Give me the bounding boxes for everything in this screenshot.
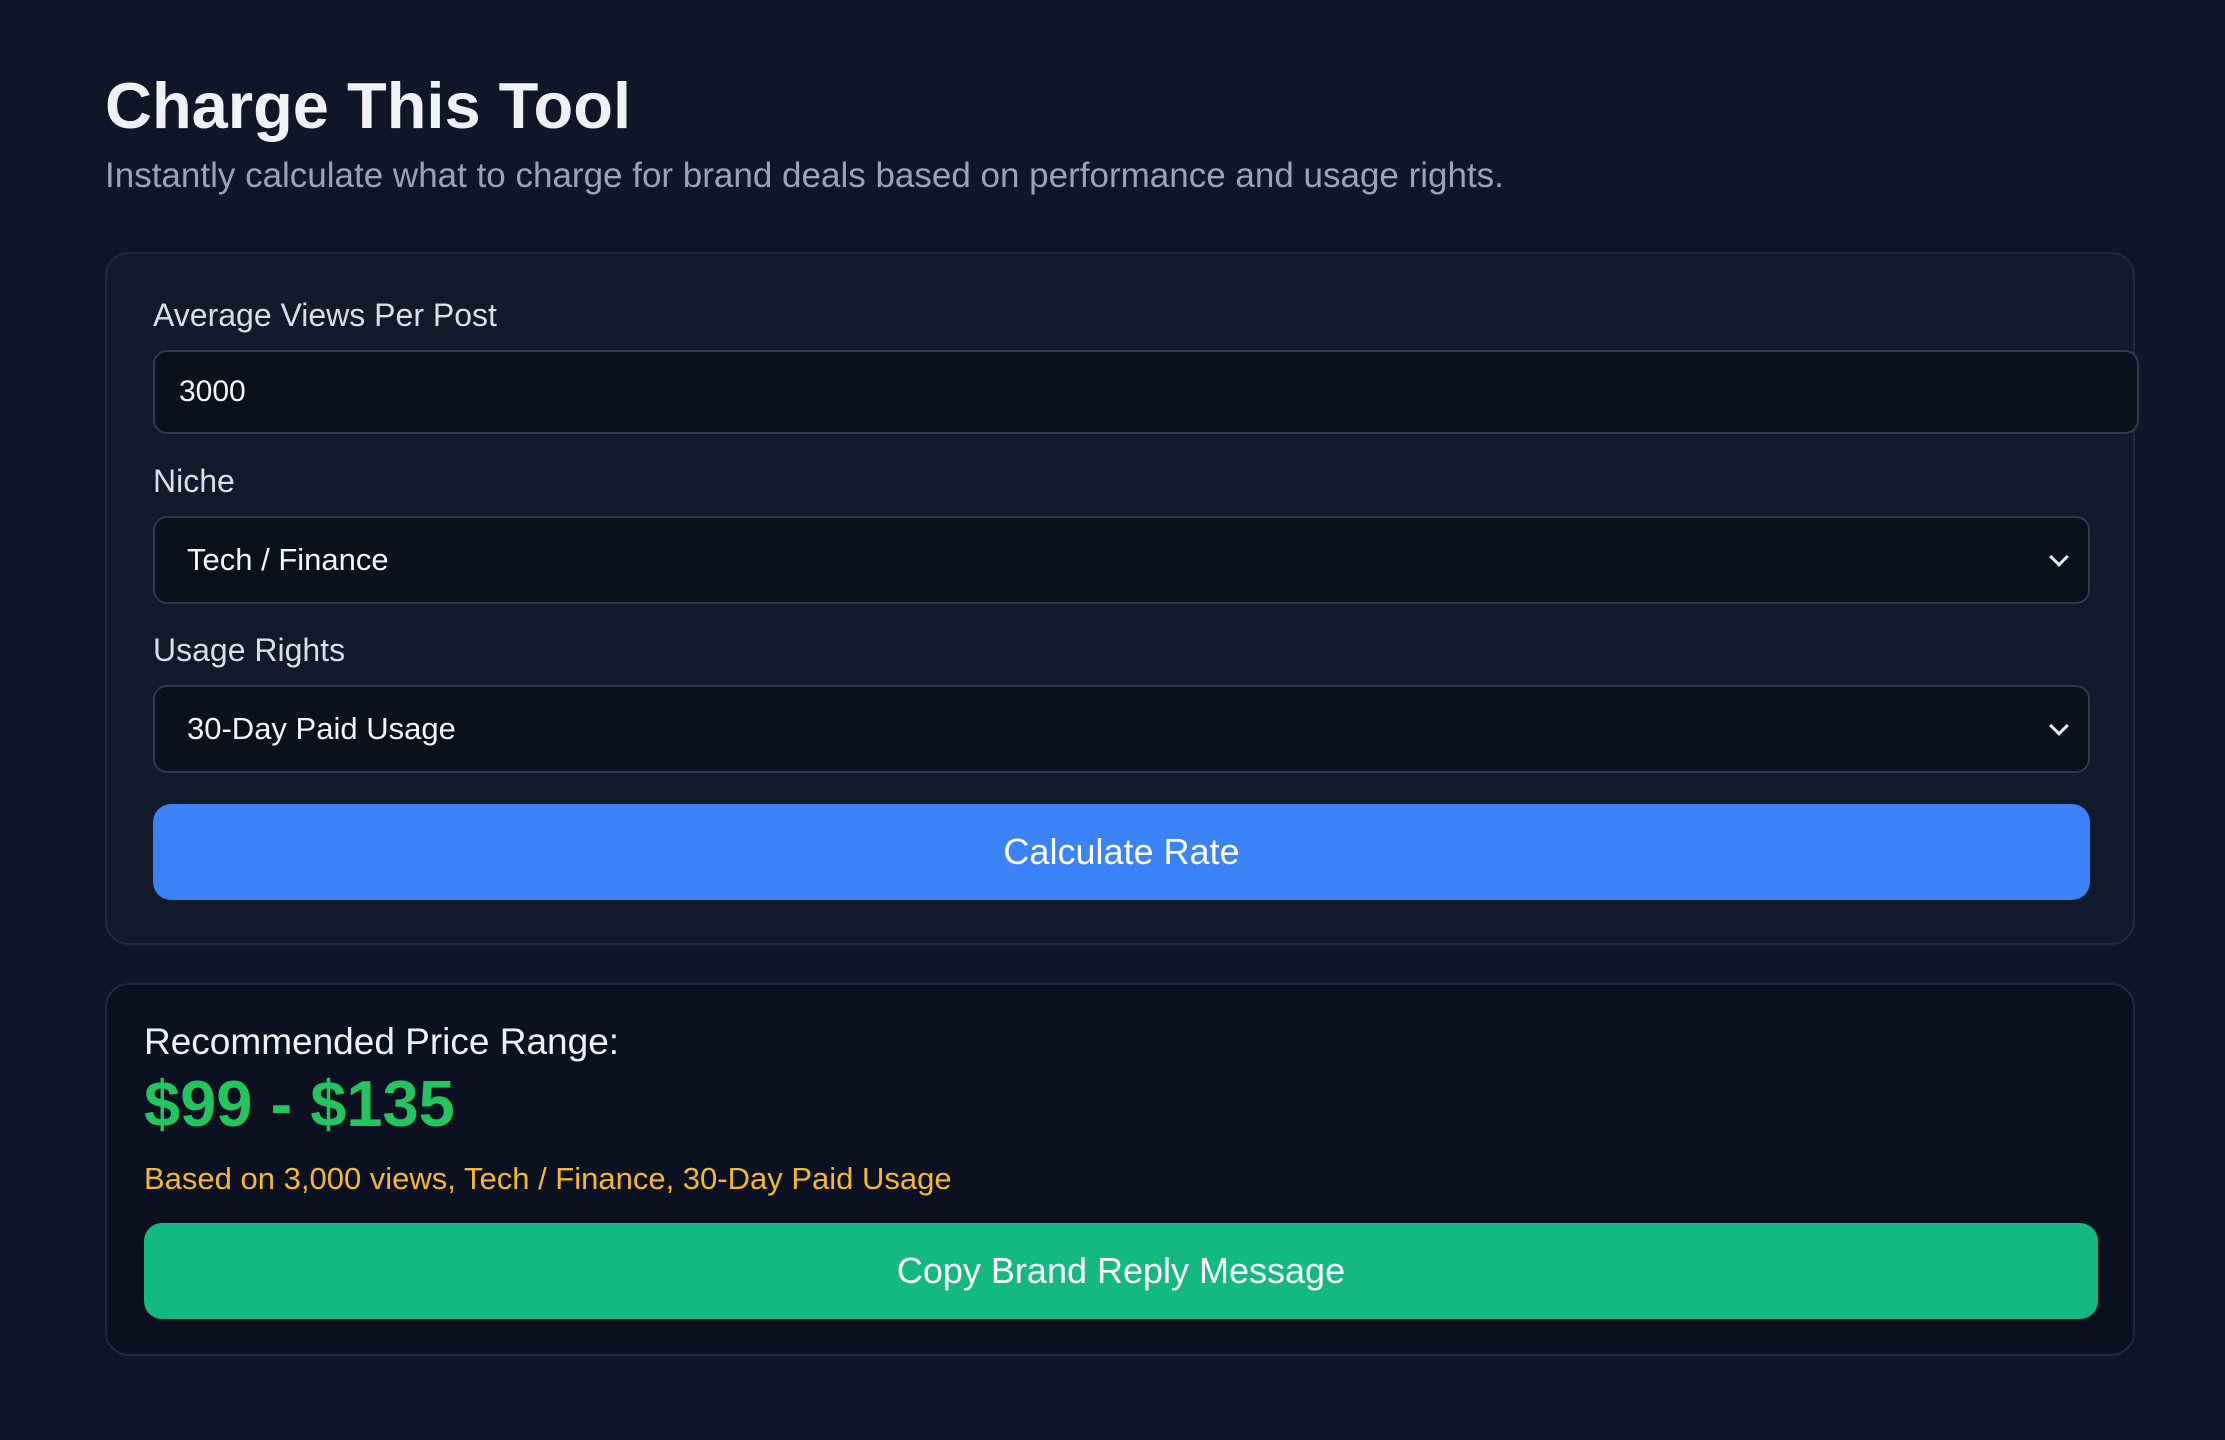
niche-label: Niche — [153, 463, 235, 499]
price-range-value: $99 - $135 — [144, 1067, 455, 1140]
price-range-label: Recommended Price Range: — [144, 1021, 620, 1062]
page-subtitle: Instantly calculate what to charge for b… — [105, 156, 1504, 195]
views-value: 3000 — [179, 375, 246, 408]
price-basis-note: Based on 3,000 views, Tech / Finance, 30… — [144, 1161, 952, 1196]
views-label: Average Views Per Post — [153, 297, 497, 333]
chevron-down-icon — [2049, 716, 2069, 736]
usage-rights-selected-value: 30-Day Paid Usage — [187, 711, 456, 746]
result-card: Recommended Price Range: $99 - $135 Base… — [105, 983, 2135, 1356]
calculate-rate-button[interactable]: Calculate Rate — [153, 804, 2090, 900]
usage-rights-select[interactable]: 30-Day Paid Usage — [153, 685, 2090, 773]
niche-selected-value: Tech / Finance — [187, 542, 389, 577]
views-input[interactable]: 3000 — [153, 350, 2139, 434]
page: Charge This Tool Instantly calculate wha… — [0, 0, 2225, 1440]
niche-select[interactable]: Tech / Finance — [153, 516, 2090, 604]
chevron-down-icon — [2049, 547, 2069, 567]
usage-rights-label: Usage Rights — [153, 632, 346, 668]
page-title: Charge This Tool — [105, 69, 632, 142]
copy-brand-reply-button[interactable]: Copy Brand Reply Message — [144, 1223, 2098, 1319]
rate-form-card: Average Views Per Post 3000 Niche Tech /… — [105, 252, 2139, 945]
